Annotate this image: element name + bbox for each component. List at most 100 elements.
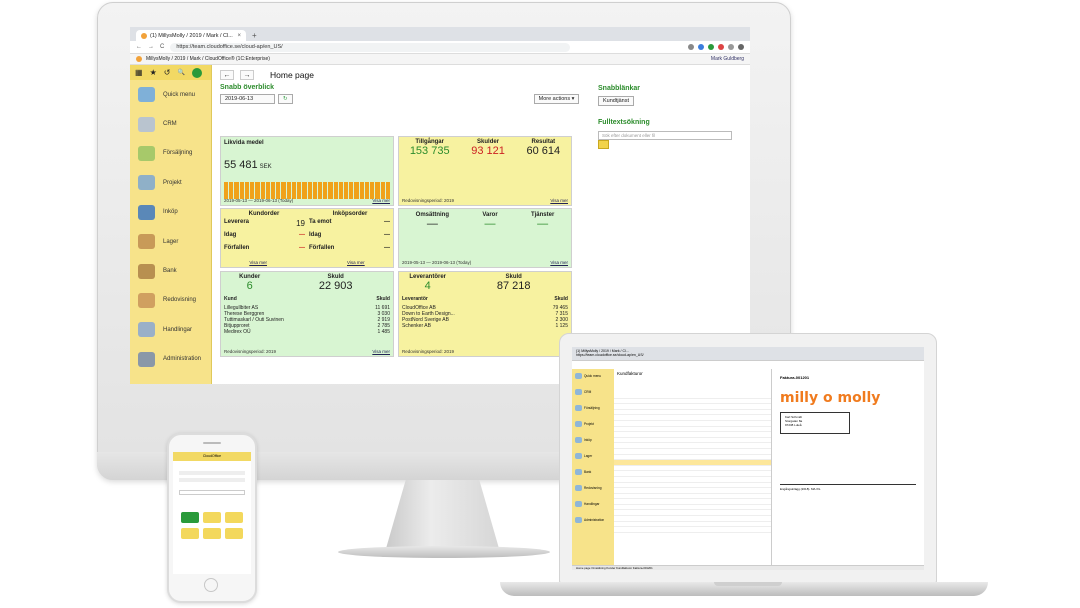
sidebar-item-administration[interactable]: Administration xyxy=(130,345,211,374)
sidebar-item-crm[interactable]: CRM xyxy=(130,109,211,138)
phone-search-input[interactable] xyxy=(179,490,245,495)
laptop-app: Quick menu CRM Försäljning Projekt Inköp… xyxy=(572,369,924,565)
phone-title: CloudOffice xyxy=(173,452,251,461)
history-icon[interactable]: ↺ xyxy=(164,68,171,77)
phone-line xyxy=(179,478,245,482)
laptop-sidebar: Quick menu CRM Försäljning Projekt Inköp… xyxy=(572,369,614,565)
date-field[interactable]: 2019-06-13 xyxy=(220,94,275,104)
admin-icon xyxy=(138,351,155,367)
table-row[interactable]: Medirex OÜ 1 485 xyxy=(224,329,390,335)
tab-title: (1) MillysMolly / 2019 / Mark / Cl... xyxy=(150,32,233,39)
phone-tiles xyxy=(181,512,243,539)
sidebar-item-quick-menu[interactable]: Quick menu xyxy=(130,80,211,109)
phone-home-button[interactable] xyxy=(204,578,218,592)
kundtjanst-button[interactable]: Kundtjänst xyxy=(598,96,634,106)
skulder-block: Skulder 93 121 xyxy=(471,139,505,157)
sidebar-item-label: Inköp xyxy=(163,209,178,216)
sidebar-item[interactable]: Projekt xyxy=(572,417,614,433)
laptop-rows xyxy=(614,393,771,533)
favorites-icon[interactable]: ★ xyxy=(150,68,157,77)
project-icon xyxy=(138,175,155,191)
phone-tile[interactable] xyxy=(203,512,221,523)
imac-foot xyxy=(338,546,550,558)
phone-line xyxy=(179,471,245,475)
likvida-footer: 2019-05-13 — 2019-06-13 (Today) Visa mer xyxy=(224,198,390,203)
orders-link[interactable]: Visa mer xyxy=(249,260,267,265)
phone-tile[interactable] xyxy=(225,528,243,539)
url-field[interactable]: https://team.cloudoffice.se/cloud-ap/en_… xyxy=(170,42,571,52)
sidebar-item[interactable]: Quick menu xyxy=(572,369,614,385)
likvida-currency: SEK xyxy=(259,164,272,170)
sidebar-item[interactable]: Bank xyxy=(572,465,614,481)
sidebar-item[interactable]: CRM xyxy=(572,385,614,401)
tab-close-icon[interactable]: × xyxy=(237,33,241,39)
forward-button[interactable]: → xyxy=(240,69,254,80)
table-row[interactable]: Schenker AB 1 125 xyxy=(402,323,568,329)
kunder-table-header: Kund Skuld xyxy=(224,296,390,302)
varor-block: Varor — xyxy=(482,212,498,230)
browser-tabbar: (1) MillysMolly / 2019 / Mark / Cl... × … xyxy=(130,27,750,41)
cloud-icon xyxy=(138,87,155,103)
sidebar-item[interactable]: Redovisning xyxy=(572,481,614,497)
likvida-link[interactable]: Visa mer xyxy=(372,198,390,203)
laptop-invoice-list: Kundfakturor xyxy=(614,369,772,565)
kunder-link[interactable]: Visa mer xyxy=(372,349,390,354)
avatar[interactable] xyxy=(191,67,202,78)
sidebar-item[interactable]: Försäljning xyxy=(572,401,614,417)
orders-header: Kundorder Inköpsorder xyxy=(248,211,368,217)
new-tab-icon[interactable]: + xyxy=(252,31,257,41)
search-button[interactable] xyxy=(598,140,609,149)
browser-tab[interactable]: (1) MillysMolly / 2019 / Mark / Cl... × xyxy=(136,30,246,41)
sidebar-item-bank[interactable]: Bank xyxy=(130,256,211,285)
kunder-panel: Kunder 6 Skuld 22 903 Kund Skuld Lillegullb… xyxy=(220,271,394,357)
back-icon[interactable]: ← xyxy=(136,44,142,50)
balance-period: Redovisningsperiod: 2019 xyxy=(402,198,455,203)
user-name[interactable]: Mark Guldberg xyxy=(711,56,744,62)
phone-tile[interactable] xyxy=(225,512,243,523)
orders-footer: Visa mer Visa mer xyxy=(224,260,390,265)
sidebar-item[interactable]: Lager xyxy=(572,449,614,465)
sidebar-item-projekt[interactable]: Projekt xyxy=(130,168,211,197)
laptop-statusbar: Home page Omsättning Kunder Kundfakturor… xyxy=(572,565,924,570)
sidebar-item-label: Handlingar xyxy=(163,326,193,333)
search-icon[interactable]: 🔍 xyxy=(177,69,184,76)
phone-tile[interactable] xyxy=(203,528,221,539)
more-actions-button[interactable]: More actions ▾ xyxy=(533,94,580,104)
sidebar-item-label: CRM xyxy=(163,121,177,128)
reload-icon[interactable]: C xyxy=(160,44,164,50)
sidebar-item-inkop[interactable]: Inköp xyxy=(130,198,211,227)
omsattning-row: Omsättning — Varor — Tjänster — xyxy=(399,209,571,230)
brand-logo: milly o molly xyxy=(780,390,881,406)
desktop-screen: (1) MillysMolly / 2019 / Mark / Cl... × … xyxy=(130,27,750,384)
sidebar-item-forsaljning[interactable]: Försäljning xyxy=(130,139,211,168)
laptop-list-title: Kundfakturor xyxy=(617,371,643,376)
orders-link-2[interactable]: Visa mer xyxy=(347,260,365,265)
list-item[interactable] xyxy=(614,527,771,533)
refresh-icon[interactable]: ↻ xyxy=(278,94,293,104)
grid-icon[interactable]: ▦ xyxy=(135,68,143,77)
phone-tile[interactable] xyxy=(181,528,199,539)
phone-tile[interactable] xyxy=(181,512,199,523)
quicklinks-column: Snabblänkar Kundtjänst Fulltextsökning S… xyxy=(598,85,738,149)
forward-icon[interactable]: → xyxy=(148,44,154,50)
sidebar-item[interactable]: Administration xyxy=(572,513,614,529)
address-box: Karl Schmidt Storgatan 8a 97238 Luleå xyxy=(780,412,850,434)
search-input[interactable]: Sök efter dokument eller fil xyxy=(598,131,732,140)
sidebar-item-label: Bank xyxy=(163,268,177,275)
app-breadcrumb: MillysMolly / 2019 / Mark / CloudOffice®… xyxy=(146,56,270,62)
back-button[interactable]: ← xyxy=(220,69,234,80)
sidebar-item-lager[interactable]: Lager xyxy=(130,227,211,256)
balance-row: Tillgångar 153 735 Skulder 93 121 Resultat… xyxy=(399,137,571,157)
sidebar-item[interactable]: Inköp xyxy=(572,433,614,449)
sidebar-item-handlingar[interactable]: Handlingar xyxy=(130,315,211,344)
balance-link[interactable]: Visa mer xyxy=(550,198,568,203)
documents-icon xyxy=(138,322,155,338)
leverantorer-period: Redovisningsperiod: 2019 xyxy=(402,349,455,354)
page-header: ← → Home page xyxy=(220,67,742,82)
sidebar-item[interactable]: Handlingar xyxy=(572,497,614,513)
laptop-url[interactable]: https://team.cloudoffice.se/cloud-ap/en_… xyxy=(576,353,920,357)
omsattning-link[interactable]: Visa mer xyxy=(550,260,568,265)
sidebar-item-redovisning[interactable]: Redovisning xyxy=(130,286,211,315)
phone-screen: CloudOffice xyxy=(173,452,251,574)
sidebar-item-label: Försäljning xyxy=(163,150,193,157)
